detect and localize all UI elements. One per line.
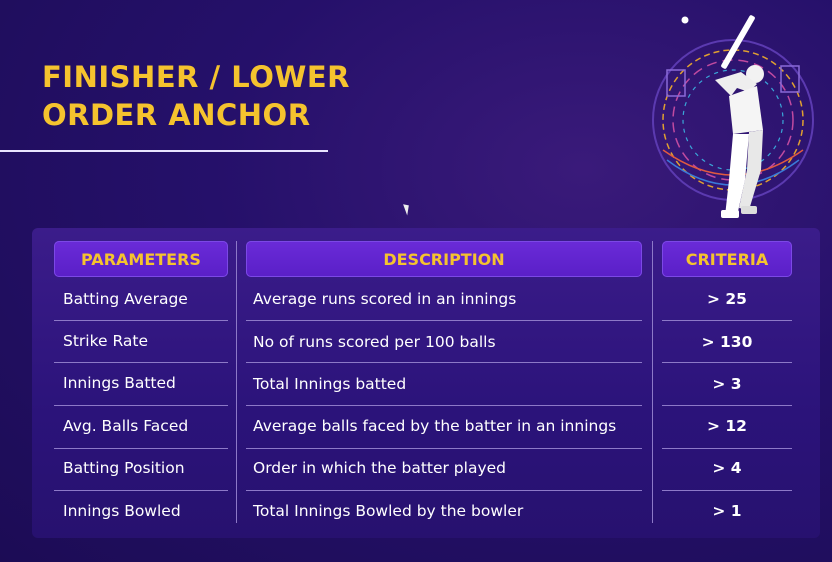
row-1-description: Average runs scored in an innings <box>253 290 517 308</box>
title-line-2: ORDER ANCHOR <box>42 98 311 132</box>
header-criteria: CRITERIA <box>662 241 792 277</box>
row-5-criteria: > 4 <box>712 459 742 477</box>
title-underline <box>0 150 328 152</box>
row-4-description: Average balls faced by the batter in an … <box>253 417 617 435</box>
row-3-parameter: Innings Batted <box>63 374 176 392</box>
row-2-criteria: > 130 <box>701 333 753 351</box>
row-6-parameter: Innings Bowled <box>63 502 181 520</box>
cricket-batter-illustration <box>652 15 814 218</box>
row-1-criteria: > 25 <box>707 290 747 308</box>
row-4-criteria: > 12 <box>707 417 747 435</box>
row-6-description: Total Innings Bowled by the bowler <box>253 502 524 520</box>
slide-title: FINISHER / LOWER ORDER ANCHOR <box>42 58 350 134</box>
row-2-parameter: Strike Rate <box>63 332 149 350</box>
row-2-description: No of runs scored per 100 balls <box>253 333 496 351</box>
header-description: DESCRIPTION <box>246 241 642 277</box>
row-5-parameter: Batting Position <box>63 459 185 477</box>
title-line-1: FINISHER / LOWER <box>42 60 350 94</box>
row-6-criteria: > 1 <box>712 502 742 520</box>
row-5-description: Order in which the batter played <box>253 459 506 477</box>
column-divider <box>236 241 237 523</box>
row-3-criteria: > 3 <box>712 375 742 393</box>
column-divider <box>652 241 653 523</box>
header-parameters: PARAMETERS <box>54 241 228 277</box>
row-4-parameter: Avg. Balls Faced <box>63 417 189 435</box>
row-1-parameter: Batting Average <box>63 290 188 308</box>
mouse-cursor-icon <box>403 202 412 216</box>
row-3-description: Total Innings batted <box>253 375 407 393</box>
